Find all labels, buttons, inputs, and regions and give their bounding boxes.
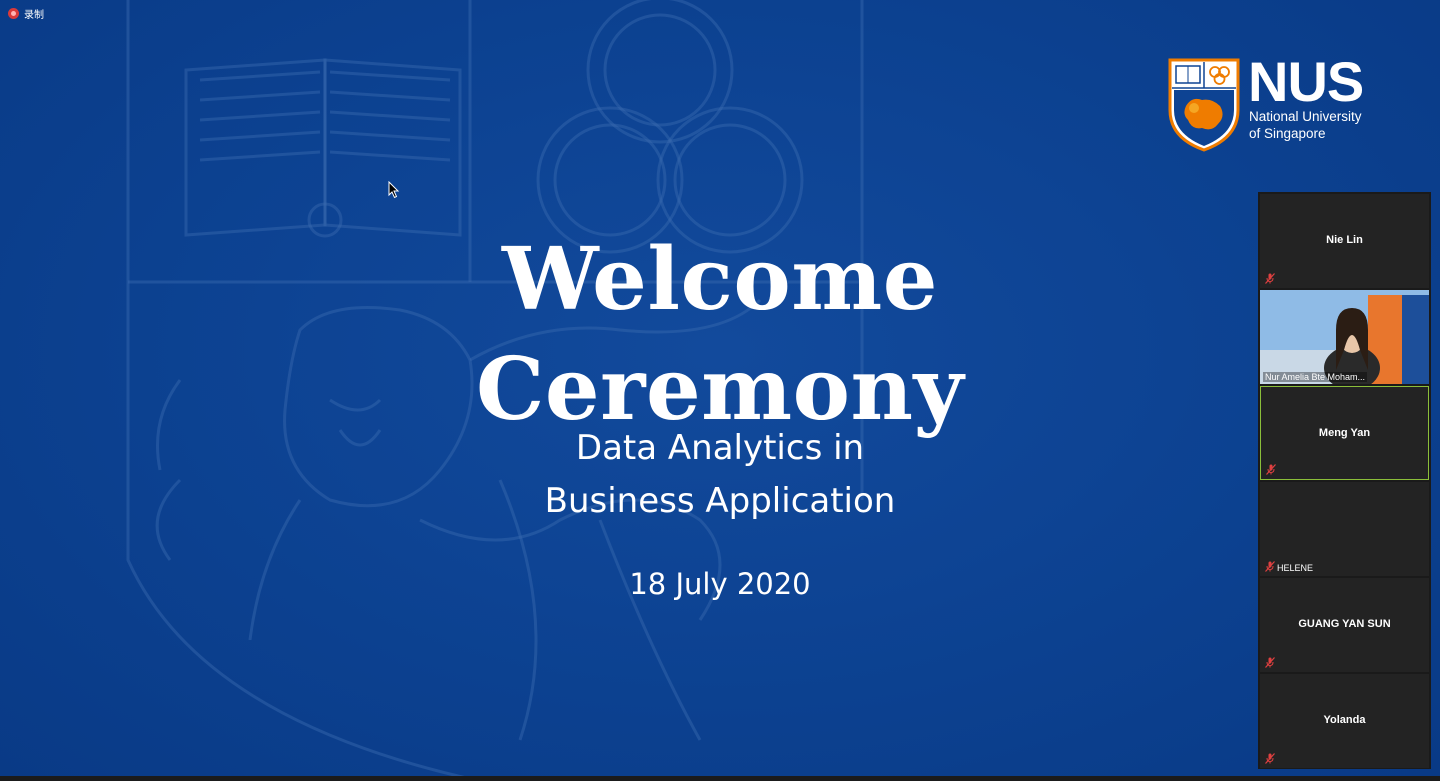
participant-tile[interactable]: GUANG YAN SUN [1260,578,1429,672]
participant-name: Nie Lin [1326,234,1363,246]
mouse-cursor-icon [388,181,400,199]
participant-tile[interactable]: Yolanda [1260,674,1429,768]
slide-subtitle-line-2: Business Application [544,481,896,521]
slide-title: Welcome Ceremony [475,229,965,440]
slide-subtitle-line-1: Data Analytics in [575,428,865,468]
nus-logo: NUS National University of Singapore [1168,52,1378,154]
nus-fullname: National University of Singapore [1249,109,1362,142]
nus-fullname-line-1: National University [1249,109,1362,124]
participant-tile-active-speaker[interactable]: Meng Yan [1260,386,1429,480]
recording-label: 录制 [24,10,44,21]
nus-shield-icon [1168,58,1240,152]
muted-mic-icon [1266,464,1276,475]
muted-mic-icon [1265,561,1275,572]
participant-tile[interactable]: Nie Lin [1260,194,1429,288]
slide-subtitle: Data Analytics in Business Application [420,422,1020,528]
participant-video-tile[interactable]: Nur Amelia Bte Moham... [1260,290,1429,384]
bottom-border [0,776,1440,781]
muted-mic-icon [1265,753,1275,764]
shared-screen-slide: 录制 Welcome Ceremony Data Analytics in Bu… [0,0,1440,781]
slide-date: 18 July 2020 [629,567,811,601]
participant-video-panel: Nie Lin Nur Amelia Bte Moham... Meng Yan [1258,192,1431,769]
recording-indicator[interactable]: 录制 [8,6,44,21]
participant-video-feed-icon [1260,290,1429,384]
participant-tile[interactable]: HELENE [1260,482,1429,576]
nus-wordmark: NUS [1248,50,1364,113]
participant-name: Meng Yan [1318,427,1371,439]
participant-name: HELENE [1277,563,1314,573]
participant-name: GUANG YAN SUN [1298,618,1391,630]
participant-name: Nur Amelia Bte Moham... [1263,372,1368,382]
record-icon [8,8,19,19]
participant-name: Yolanda [1323,714,1366,726]
nus-fullname-line-2: of Singapore [1249,125,1326,141]
muted-mic-icon [1265,273,1275,284]
muted-mic-icon [1265,657,1275,668]
